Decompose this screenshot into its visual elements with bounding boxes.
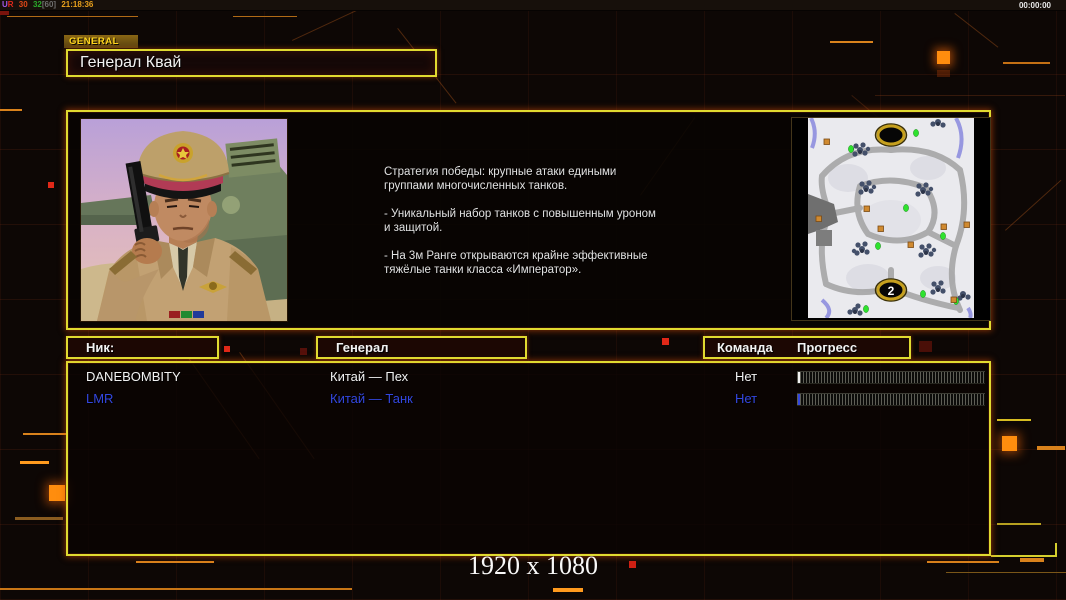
player-team: Нет <box>735 369 758 384</box>
player-general: Китай — Танк <box>330 391 413 406</box>
team-progress-header-box: Команда Прогресс <box>703 336 911 359</box>
nick-header-label: Ник: <box>86 340 115 355</box>
general-header-label: Генерал <box>336 340 389 355</box>
player-nick: LMR <box>86 391 114 406</box>
briefing-paragraph: Стратегия победы: крупные атаки едиными … <box>384 166 617 192</box>
player-row: LMR Китай — Танк Нет <box>68 389 989 409</box>
general-name: Генерал Квай <box>80 54 182 71</box>
general-header-box: Генерал <box>316 336 527 359</box>
bg-orange-square <box>1002 436 1017 451</box>
progress-marker <box>798 372 800 383</box>
bg-red-square <box>662 338 669 345</box>
bg-diagonal-line <box>1005 179 1062 231</box>
bg-decoration <box>0 109 22 111</box>
debug-cap: 32 <box>32 0 42 9</box>
general-portrait <box>80 118 288 322</box>
bg-orange-square <box>937 51 950 64</box>
bg-decoration <box>997 523 1041 525</box>
start-marker-2: 2 <box>874 278 908 302</box>
debug-u: U <box>2 0 8 9</box>
bg-decoration <box>937 70 950 77</box>
bg-decoration <box>830 41 873 43</box>
player-general: Китай — Пех <box>330 369 409 384</box>
briefing-paragraph: - На 3м Ранге открываются крайне эффекти… <box>384 250 648 276</box>
bg-red-square <box>919 341 932 352</box>
bg-red-square <box>300 348 307 355</box>
progress-header-label: Прогресс <box>797 340 858 355</box>
briefing-text: Стратегия победы: крупные атаки едиными … <box>384 165 724 291</box>
debug-r: R <box>7 0 14 9</box>
bg-decoration <box>233 16 297 17</box>
bg-decoration <box>553 588 583 592</box>
bg-decoration <box>0 588 352 590</box>
briefing-paragraph: - Уникальный набор танков с повышенным у… <box>384 208 656 234</box>
debug-clock: 21:18:36 <box>61 0 94 9</box>
match-timer: 00:00:00 <box>1018 1 1051 10</box>
bg-decoration <box>1003 62 1050 64</box>
player-team: Нет <box>735 391 758 406</box>
general-portrait-image <box>81 119 287 321</box>
bg-decoration <box>20 461 49 464</box>
team-header-label: Команда <box>717 340 773 355</box>
player-row: DANEBOMBITY Китай — Пех Нет <box>68 367 989 387</box>
bg-red-square <box>48 182 54 188</box>
players-panel: DANEBOMBITY Китай — Пех Нет LMR Китай — … <box>66 361 991 556</box>
resolution-label: 1920 x 1080 <box>468 551 598 580</box>
bg-decoration <box>997 419 1031 421</box>
debug-cap-max: [60] <box>41 0 57 9</box>
progress-marker <box>798 394 800 405</box>
player-nick: DANEBOMBITY <box>86 369 181 384</box>
bg-diagonal-line <box>954 13 999 48</box>
bg-decoration <box>15 517 63 520</box>
minimap-image: 2 <box>808 118 974 318</box>
bg-diagonal-line <box>875 95 1065 96</box>
start-marker-1 <box>874 123 908 147</box>
start-marker-2-label: 2 <box>888 284 895 298</box>
nick-header-box: Ник: <box>66 336 219 359</box>
bg-decoration <box>7 16 138 17</box>
top-bar: UR 30 32[60] 21:18:36 00:00:00 <box>0 0 1066 11</box>
general-name-box: Генерал Квай <box>66 49 437 77</box>
debug-readout: UR 30 32[60] 21:18:36 <box>2 0 96 9</box>
bg-decoration <box>23 433 66 435</box>
general-tab-label: GENERAL <box>64 35 138 48</box>
bg-decoration <box>1037 446 1065 450</box>
bg-orange-square <box>49 485 65 501</box>
player-progress-bar <box>797 371 985 384</box>
bg-red-square <box>224 346 230 352</box>
general-info-panel: Стратегия победы: крупные атаки едиными … <box>66 110 991 330</box>
debug-fps: 30 <box>18 0 28 9</box>
player-progress-bar <box>797 393 985 406</box>
minimap: 2 <box>791 117 991 321</box>
